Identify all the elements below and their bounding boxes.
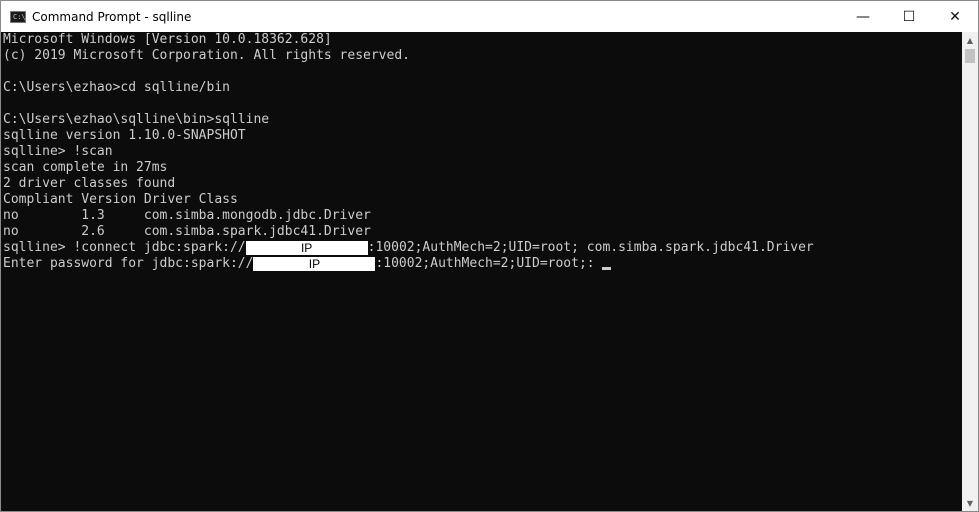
- connect-suffix: :10002;AuthMech=2;UID=root; com.simba.sp…: [367, 240, 814, 255]
- title-bar[interactable]: C:\ Command Prompt - sqlline — ☐ ✕: [1, 1, 978, 32]
- console-line: sqlline version 1.10.0-SNAPSHOT: [3, 128, 246, 143]
- password-prefix: Enter password for jdbc:spark://: [3, 256, 254, 271]
- command-prompt-window: C:\ Command Prompt - sqlline — ☐ ✕ Micro…: [0, 0, 979, 512]
- redacted-ip-box: IP: [245, 241, 368, 255]
- console-line: C:\Users\ezhao\sqlline\bin>sqlline: [3, 112, 270, 127]
- maximize-button[interactable]: ☐: [886, 1, 932, 32]
- console-line: no 1.3 com.simba.mongodb.jdbc.Driver: [3, 208, 371, 223]
- console-line: Microsoft Windows [Version 10.0.18362.62…: [3, 32, 332, 47]
- window-controls: — ☐ ✕: [840, 1, 978, 32]
- console-output[interactable]: Microsoft Windows [Version 10.0.18362.62…: [1, 32, 962, 511]
- password-prompt-line[interactable]: Enter password for jdbc:spark://IP:10002…: [1, 256, 962, 272]
- command-prompt-icon[interactable]: C:\: [10, 10, 26, 23]
- connect-prefix: sqlline> !connect jdbc:spark://: [3, 240, 246, 255]
- text-cursor: [602, 267, 612, 270]
- scroll-down-arrow-icon[interactable]: ▼: [962, 495, 978, 511]
- console-line: C:\Users\ezhao>cd sqlline/bin: [3, 80, 230, 95]
- connect-command-line: sqlline> !connect jdbc:spark://IP:10002;…: [1, 240, 962, 256]
- password-suffix: :10002;AuthMech=2;UID=root;:: [375, 256, 603, 271]
- window-title: Command Prompt - sqlline: [32, 9, 192, 24]
- console-line: Compliant Version Driver Class: [3, 192, 238, 207]
- close-button[interactable]: ✕: [932, 1, 978, 32]
- console-line: (c) 2019 Microsoft Corporation. All righ…: [3, 48, 410, 63]
- redacted-ip-box: IP: [253, 257, 376, 271]
- minimize-button[interactable]: —: [840, 1, 886, 32]
- scrollbar-thumb[interactable]: [965, 49, 975, 63]
- vertical-scrollbar[interactable]: ▲ ▼: [962, 32, 978, 511]
- console-line: scan complete in 27ms: [3, 160, 168, 175]
- console-line: no 2.6 com.simba.spark.jdbc41.Driver: [3, 224, 371, 239]
- console-line: 2 driver classes found: [3, 176, 176, 191]
- console-line: sqlline> !scan: [3, 144, 113, 159]
- scroll-up-arrow-icon[interactable]: ▲: [962, 32, 978, 48]
